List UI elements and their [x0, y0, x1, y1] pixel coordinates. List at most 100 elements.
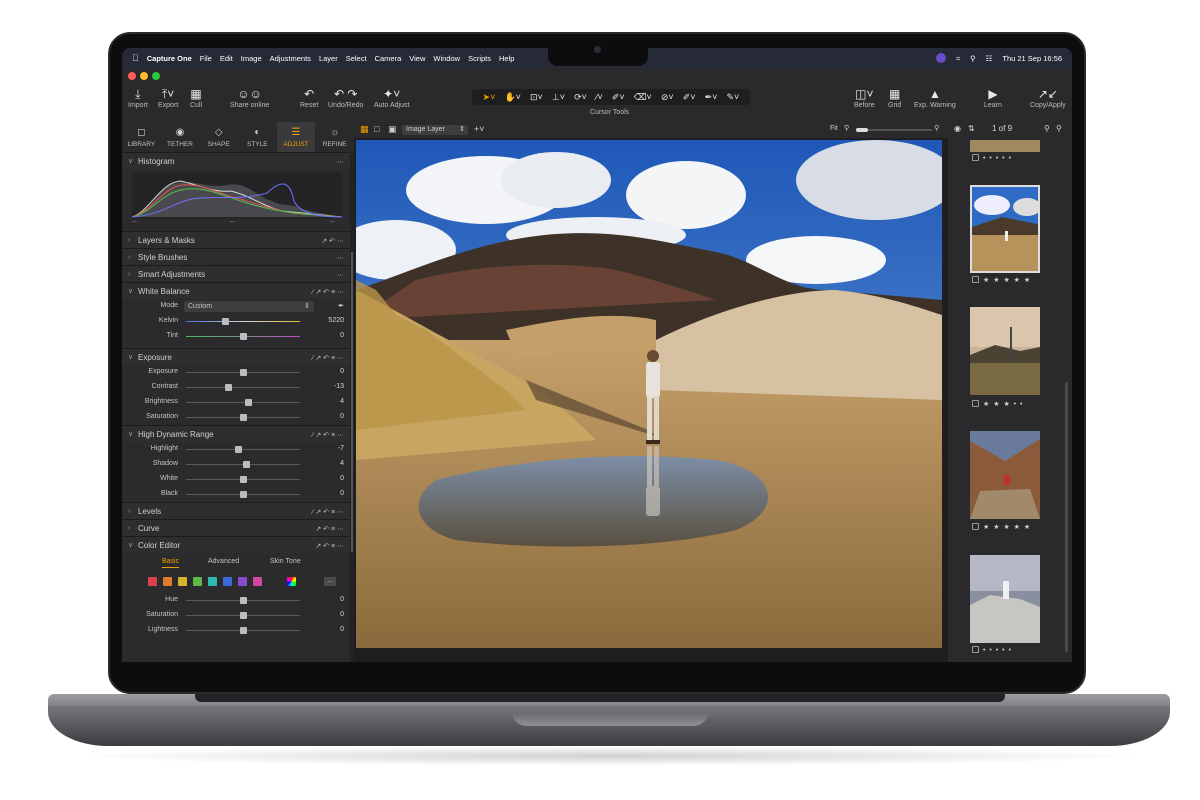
- tab-advanced[interactable]: Advanced: [208, 558, 239, 565]
- picker-icon[interactable]: ✒˅: [705, 92, 718, 103]
- menu-image[interactable]: Image: [241, 54, 262, 63]
- eyedropper-icon[interactable]: ✒: [338, 302, 344, 310]
- white-balance-header[interactable]: ∨ White Balance ∕ ↗ ↶ ≡ ⋯: [122, 282, 350, 299]
- color-swatch-0[interactable]: [148, 577, 157, 586]
- ce-lightness-value[interactable]: 0: [340, 626, 344, 633]
- search-icon[interactable]: ⚲: [1044, 124, 1050, 133]
- select-checkbox[interactable]: [972, 154, 979, 161]
- more-icon[interactable]: ⋯: [337, 153, 344, 170]
- color-swatch-4[interactable]: [208, 577, 217, 586]
- spotlight-icon[interactable]: ⚲: [970, 54, 976, 63]
- color-swatch-3[interactable]: [193, 577, 202, 586]
- crop-icon[interactable]: ⊡˅: [530, 92, 543, 103]
- apple-icon[interactable]: : [132, 53, 139, 63]
- exposure-actions[interactable]: ∕ ↗ ↶ ≡ ⋯: [312, 349, 344, 366]
- menu-layer[interactable]: Layer: [319, 54, 338, 63]
- select-checkbox[interactable]: [972, 523, 979, 530]
- histogram-header[interactable]: ∨ Histogram ⋯: [122, 152, 350, 169]
- white-balance-actions[interactable]: ∕ ↗ ↶ ≡ ⋯: [312, 283, 344, 300]
- more-icon[interactable]: ⋯: [337, 266, 344, 283]
- tab-shape[interactable]: ◇ SHAPE: [199, 122, 238, 152]
- contrast-slider-track[interactable]: [186, 387, 300, 388]
- pan-icon[interactable]: ✋˅: [504, 92, 520, 103]
- keystone-icon[interactable]: ⊥˅: [552, 92, 565, 103]
- select-checkbox[interactable]: [972, 646, 979, 653]
- color-swatch-1[interactable]: [163, 577, 172, 586]
- share-online-button[interactable]: ☺☺ Share online: [230, 86, 269, 109]
- color-editor-actions[interactable]: ↗ ↶ ≡ ⋯: [315, 537, 344, 554]
- zoom-icon[interactable]: ⚲: [1056, 124, 1062, 133]
- shadow-value[interactable]: 4: [340, 460, 344, 467]
- brightness-slider-knob[interactable]: [244, 399, 252, 406]
- kelvin-value[interactable]: 5220: [328, 317, 344, 324]
- black-slider-knob[interactable]: [240, 491, 247, 498]
- curve-header[interactable]: › Curve ↗ ↶ ≡ ⋯: [122, 519, 350, 536]
- thumbnail-2[interactable]: [970, 307, 1040, 395]
- panel-scrollbar[interactable]: [351, 252, 353, 552]
- color-wheel-swatch[interactable]: [287, 577, 296, 586]
- cull-button[interactable]: ▦ Cull: [190, 86, 202, 109]
- highlight-slider-track[interactable]: [186, 449, 300, 450]
- saturation-slider-knob[interactable]: [240, 414, 247, 421]
- add-layer-icon[interactable]: +˅: [474, 124, 485, 134]
- kelvin-slider-knob[interactable]: [222, 318, 229, 325]
- zoom-icon[interactable]: [152, 72, 160, 80]
- control-center-icon[interactable]: ☷: [986, 54, 993, 63]
- more-icon[interactable]: ⋯: [337, 249, 344, 266]
- import-button[interactable]: ⤓ Import: [128, 86, 148, 109]
- before-button[interactable]: ◫˅ Before: [854, 86, 875, 109]
- tab-basic[interactable]: Basic: [162, 558, 180, 568]
- browser-scrollbar[interactable]: [1065, 382, 1068, 652]
- saturation-value[interactable]: 0: [340, 413, 344, 420]
- grid-view-icon[interactable]: ▦: [360, 124, 369, 135]
- thumbnail-1[interactable]: [970, 185, 1040, 273]
- thumbnail-4[interactable]: [970, 555, 1040, 643]
- rating-2[interactable]: ★ ★ ★ • •: [972, 400, 1052, 408]
- menu-help[interactable]: Help: [499, 54, 514, 63]
- zoom-fit-label[interactable]: Fit: [830, 125, 838, 132]
- rating-0[interactable]: • • • • •: [972, 154, 1052, 162]
- exposure-slider-knob[interactable]: [240, 369, 247, 376]
- line-icon[interactable]: ∕˅: [596, 92, 603, 102]
- ce-saturation-value[interactable]: 0: [340, 611, 344, 618]
- reset-button[interactable]: ↶ Reset: [300, 86, 318, 109]
- tint-value[interactable]: 0: [340, 332, 344, 339]
- siri-icon[interactable]: [936, 53, 946, 63]
- ce-hue-slider-knob[interactable]: [240, 597, 247, 604]
- menu-file[interactable]: File: [200, 54, 212, 63]
- rating-4[interactable]: • • • • •: [972, 646, 1052, 654]
- levels-actions[interactable]: ∕ ↗ ↶ ≡ ⋯: [312, 503, 344, 520]
- shadow-slider-knob[interactable]: [243, 461, 251, 468]
- select-checkbox[interactable]: [972, 276, 979, 283]
- hdr-actions[interactable]: ∕ ↗ ↶ ≡ ⋯: [312, 426, 344, 443]
- layers-actions[interactable]: ↗ ↶ ⋯: [321, 232, 344, 249]
- gradient-icon[interactable]: ⊘˅: [661, 92, 674, 103]
- color-swatch-7[interactable]: [253, 577, 262, 586]
- white-slider-knob[interactable]: [240, 476, 247, 483]
- wb-mode-select[interactable]: Custom ⇕: [184, 301, 314, 312]
- tab-style[interactable]: ◐ STYLE: [238, 122, 277, 152]
- rating-1[interactable]: ★ ★ ★ ★ ★: [972, 276, 1052, 284]
- tab-refine[interactable]: ☼ REFINE: [315, 122, 354, 152]
- white-value[interactable]: 0: [340, 475, 344, 482]
- ce-saturation-slider-knob[interactable]: [240, 612, 247, 619]
- tab-skin-tone[interactable]: Skin Tone: [270, 558, 301, 565]
- layer-select[interactable]: Image Layer ⇕: [402, 125, 468, 135]
- tint-slider-knob[interactable]: [240, 333, 247, 340]
- eye-icon[interactable]: ◉: [954, 124, 961, 133]
- grid-button[interactable]: ▦ Grid: [888, 86, 901, 109]
- wifi-icon[interactable]: ≈: [956, 54, 960, 63]
- style-brushes-header[interactable]: › Style Brushes ⋯: [122, 248, 350, 265]
- select-cursor-icon[interactable]: ➤˅: [483, 92, 496, 103]
- exposure-value[interactable]: 0: [340, 368, 344, 375]
- exposure-header[interactable]: ∨ Exposure ∕ ↗ ↶ ≡ ⋯: [122, 348, 350, 365]
- single-view-icon[interactable]: □: [374, 124, 379, 134]
- zoom-slider[interactable]: [856, 128, 932, 132]
- auto-adjust-button[interactable]: ✦˅ Auto Adjust: [374, 86, 409, 109]
- menu-window[interactable]: Window: [433, 54, 460, 63]
- annotate-icon[interactable]: ✎˅: [726, 92, 739, 103]
- black-value[interactable]: 0: [340, 490, 344, 497]
- exp-warning-button[interactable]: ▲ Exp. Warning: [914, 86, 956, 109]
- thumbnail-0[interactable]: [970, 140, 1040, 152]
- curve-actions[interactable]: ↗ ↶ ≡ ⋯: [315, 520, 344, 537]
